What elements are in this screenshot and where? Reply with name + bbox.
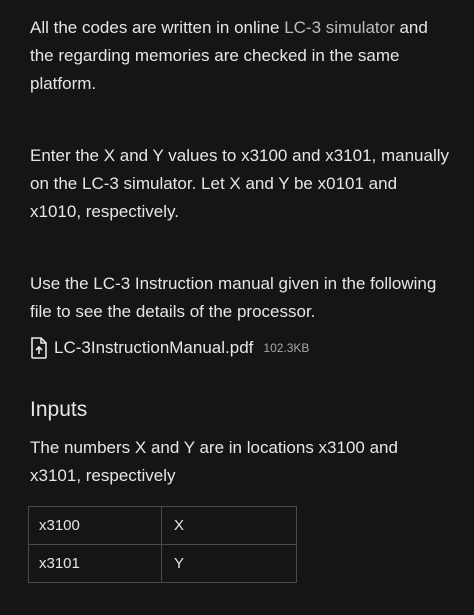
- inputs-heading: Inputs: [30, 398, 88, 421]
- attachment-size: 102.3KB: [263, 341, 310, 355]
- inputs-table: x3100 X x3101 Y: [28, 506, 297, 583]
- lc3-simulator-link[interactable]: LC-3 simulator: [284, 18, 395, 37]
- table-cell-location: x3100: [28, 506, 162, 545]
- pdf-file-icon: [30, 337, 48, 359]
- intro-text-before: All the codes are written in online: [30, 18, 285, 37]
- table-row: x3101 Y: [28, 544, 297, 583]
- attachment[interactable]: LC-3InstructionManual.pdf 102.3KB: [30, 334, 450, 362]
- table-cell-value: Y: [161, 544, 297, 583]
- attachment-name[interactable]: LC-3InstructionManual.pdf: [54, 338, 253, 358]
- manual-paragraph: Use the LC-3 Instruction manual given in…: [30, 274, 437, 321]
- inputs-description: The numbers X and Y are in locations x31…: [30, 438, 398, 485]
- table-cell-value: X: [161, 506, 297, 545]
- content: All the codes are written in online LC-3…: [28, 14, 450, 583]
- instruction-paragraph: Enter the X and Y values to x3100 and x3…: [30, 146, 449, 221]
- table-cell-location: x3101: [28, 544, 162, 583]
- intro-paragraph: All the codes are written in online LC-3…: [30, 14, 450, 98]
- table-row: x3100 X: [28, 506, 297, 545]
